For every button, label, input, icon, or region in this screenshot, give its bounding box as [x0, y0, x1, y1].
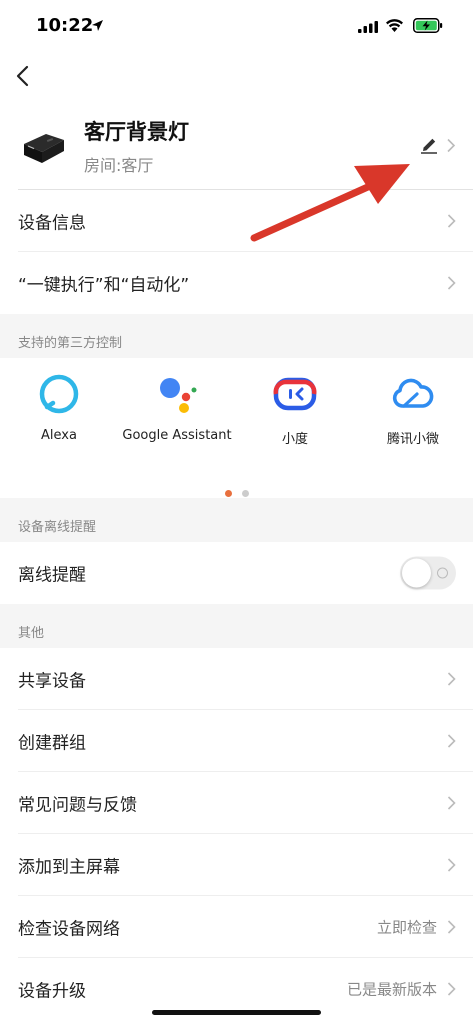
chevron-right-icon [447, 982, 456, 996]
tencent-xiaowei-icon [392, 378, 434, 408]
integration-label: Alexa [41, 428, 77, 443]
toggle-knob [402, 558, 431, 588]
location-arrow-icon [92, 20, 103, 31]
row-check-network[interactable]: 检查设备网络 立即检查 [0, 896, 473, 958]
section-title: 支持的第三方控制 [18, 336, 123, 351]
row-offline-reminder: 离线提醒 [0, 542, 473, 604]
chevron-right-icon [447, 672, 456, 686]
page-dot[interactable] [241, 490, 249, 497]
row-value: 立即检查 [376, 918, 437, 937]
section-title: 其他 [18, 626, 45, 641]
row-add-to-home-screen[interactable]: 添加到主屏幕 [0, 834, 473, 896]
device-header[interactable]: 客厅背景灯 房间:客厅 [0, 100, 473, 188]
integration-alexa[interactable]: Alexa [0, 374, 118, 474]
row-share-device[interactable]: 共享设备 [0, 648, 473, 710]
row-create-group[interactable]: 创建群组 [0, 710, 473, 772]
offline-reminder-toggle[interactable] [400, 556, 456, 590]
page-dot-active[interactable] [224, 490, 232, 497]
chevron-right-icon [447, 796, 456, 810]
pencil-icon[interactable] [420, 136, 438, 154]
home-indicator [152, 1010, 321, 1015]
back-button[interactable] [10, 62, 38, 90]
chevron-right-icon [447, 138, 456, 153]
device-image [24, 134, 64, 163]
device-name: 客厅背景灯 [84, 120, 189, 144]
row-label: 创建群组 [18, 733, 86, 754]
row-value: 已是最新版本 [346, 980, 437, 999]
row-label: 设备升级 [18, 981, 86, 1002]
alexa-icon [39, 374, 79, 414]
row-label: 设备信息 [18, 213, 86, 234]
google-assistant-icon [160, 378, 197, 413]
chevron-right-icon [447, 276, 456, 290]
section-header-offline: 设备离线提醒 [0, 498, 473, 542]
row-label: 添加到主屏幕 [18, 857, 120, 878]
section-header-others: 其他 [0, 604, 473, 648]
status-time: 10:22 [36, 15, 94, 36]
chevron-right-icon [447, 734, 456, 748]
row-label: 共享设备 [18, 671, 86, 692]
chevron-right-icon [447, 920, 456, 934]
integration-label: 小度 [281, 432, 308, 447]
row-label: 离线提醒 [18, 565, 86, 586]
xiaodu-icon [273, 377, 317, 411]
section-header-third-party: 支持的第三方控制 [0, 314, 473, 358]
row-label: “一键执行”和“自动化” [18, 275, 190, 296]
toggle-off-indicator [437, 567, 448, 579]
chevron-right-icon [447, 214, 456, 228]
wifi-icon [386, 19, 403, 32]
chevron-right-icon [447, 858, 456, 872]
page-indicator [0, 482, 473, 497]
integration-google-assistant[interactable]: Google Assistant [118, 374, 236, 474]
row-scenes-automation[interactable]: “一键执行”和“自动化” [0, 252, 473, 314]
third-party-panel: Alexa Google Assistant 小度 腾讯小微 [0, 358, 473, 498]
battery-charging-icon [413, 18, 443, 33]
cellular-signal-icon [358, 21, 378, 33]
section-title: 设备离线提醒 [18, 520, 97, 535]
device-room: 房间:客厅 [84, 156, 154, 175]
status-bar: 10:22 [0, 0, 473, 52]
row-label: 检查设备网络 [18, 919, 120, 940]
integration-label: 腾讯小微 [386, 432, 439, 447]
row-faq-feedback[interactable]: 常见问题与反馈 [0, 772, 473, 834]
integration-label: Google Assistant [122, 428, 232, 443]
row-label: 常见问题与反馈 [18, 795, 137, 816]
integration-xiaodu[interactable]: 小度 [236, 374, 354, 474]
integration-tencent-xiaowei[interactable]: 腾讯小微 [354, 374, 472, 474]
row-device-info[interactable]: 设备信息 [0, 190, 473, 252]
